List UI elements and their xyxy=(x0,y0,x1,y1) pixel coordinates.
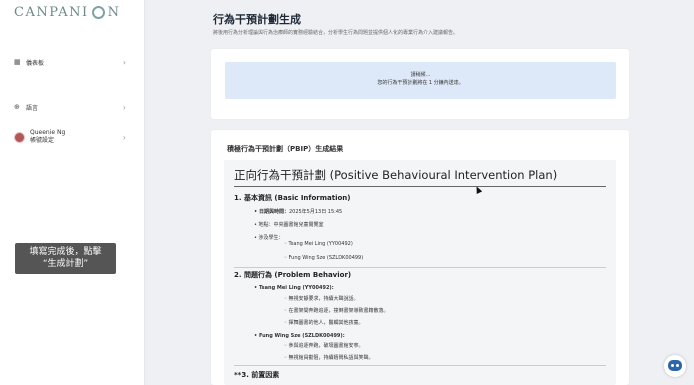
divider xyxy=(234,186,606,187)
place-line: • 地點：中央圖書館兒童閱覽室 xyxy=(254,222,324,228)
result-card: 積極行為干預計劃（PBIP）生成結果 正向行為干預計劃 (Positive Be… xyxy=(211,130,629,385)
behavior-item: 參與追逐奔跑，破壞圖書館安寧。 xyxy=(288,343,364,349)
logo-text: CANPANI xyxy=(14,5,89,20)
place-text: 地點：中央圖書館兒童閱覽室 xyxy=(258,222,324,228)
user-name: Queenie Ng xyxy=(30,129,66,136)
student-2-label: Fung Wing Sze (SZLDK00499): xyxy=(258,333,345,339)
chevron-right-icon: › xyxy=(122,57,126,67)
result-document[interactable]: 正向行為干預計劃 (Positive Behavioural Intervent… xyxy=(224,160,616,385)
list-item: ◦ 揮舞圖書的他人，醫觸其他孩童。 xyxy=(284,320,364,326)
behavior-item: 在書架間奔跑追逐，撞倒書架導致書籍散落。 xyxy=(288,308,389,314)
behavior-item: 無視館員勸阻，持續嬉鬧私語與笑聲。 xyxy=(288,355,374,361)
list-item: ◦ 無視安靜要求，持續大聲說話。 xyxy=(284,296,359,302)
student-name: Tsang Mei Ling (YY00492) xyxy=(288,241,353,247)
sidebar: CANPANI N ▦ 儀表板 › ⊕ 語言 › Queenie Ng 帳號設定… xyxy=(0,0,145,385)
section-3-heading: **3. 前置因素 xyxy=(234,371,280,379)
hint-line-1: 填寫完成後，點擊 xyxy=(29,247,102,257)
chatbot-button[interactable] xyxy=(664,355,686,377)
status-line-1: 請稍候... xyxy=(410,72,431,78)
result-title: 積極行為干預計劃（PBIP）生成結果 xyxy=(227,145,344,153)
list-item: ◦ 參與追逐奔跑，破壞圖書館安寧。 xyxy=(284,343,364,349)
avatar xyxy=(14,131,25,143)
logo-ring-icon xyxy=(91,6,105,19)
dashboard-icon: ▦ xyxy=(14,58,21,66)
divider xyxy=(234,267,606,268)
student-1-line: • Tsang Mei Ling (YY00492): xyxy=(254,285,334,291)
divider xyxy=(234,365,606,366)
section-1-heading: 1. 基本資訊 (Basic Information) xyxy=(234,194,351,202)
robot-icon xyxy=(668,360,682,371)
main-content: 行為干預計劃生成 將後用行為分析理論與行為治療師的實務經驗結合，分析學生行為問題… xyxy=(145,0,694,385)
list-item: ◦ 在書架間奔跑追逐，撞倒書架導致書籍散落。 xyxy=(284,308,389,314)
sidebar-user-account[interactable]: Queenie Ng 帳號設定 › xyxy=(14,126,126,148)
sidebar-item-label: 儀表板 xyxy=(26,59,45,67)
date-value: 2025年5月13日 15:45 xyxy=(288,209,343,215)
section-2-heading: 2. 問題行為 (Problem Behavior) xyxy=(234,271,352,279)
page-subtitle: 將後用行為分析理論與行為治療師的實務經驗結合，分析學生行為問題並提供個人化的專業… xyxy=(213,30,459,36)
robot-eye xyxy=(671,364,674,367)
sidebar-item-language[interactable]: ⊕ 語言 › xyxy=(14,100,126,114)
page-title: 行為干預計劃生成 xyxy=(213,13,301,26)
status-message: 請稍候... 您的行為干預計劃將在 1 分鐘內送達。 xyxy=(225,62,616,99)
chevron-right-icon: › xyxy=(122,102,126,112)
students-line: • 涉及學生： xyxy=(254,235,284,241)
list-item: ◦ Fung Wing Sze (SZLDK00499) xyxy=(284,255,364,261)
globe-icon: ⊕ xyxy=(14,103,20,111)
student-name: Fung Wing Sze (SZLDK00499) xyxy=(288,255,364,261)
student-1-label: Tsang Mei Ling (YY00492): xyxy=(258,285,334,291)
date-label: 日期與時間： xyxy=(258,209,289,215)
app-logo[interactable]: CANPANI N xyxy=(14,5,121,20)
student-2-line: • Fung Wing Sze (SZLDK00499): xyxy=(254,333,345,339)
sidebar-item-label: 語言 xyxy=(26,104,39,112)
behavior-item: 無視安靜要求，持續大聲說話。 xyxy=(288,296,359,302)
sidebar-item-dashboard[interactable]: ▦ 儀表板 › xyxy=(14,55,126,69)
logo-text-end: N xyxy=(107,5,121,20)
chevron-right-icon: › xyxy=(122,132,126,142)
status-line-2: 您的行為干預計劃將在 1 分鐘內送達。 xyxy=(377,80,464,86)
status-card: 請稍候... 您的行為干預計劃將在 1 分鐘內送達。 xyxy=(211,49,629,119)
account-settings-label: 帳號設定 xyxy=(30,137,55,144)
list-item: ◦ 無視館員勸阻，持續嬉鬧私語與笑聲。 xyxy=(284,355,374,361)
document-title: 正向行為干預計劃 (Positive Behavioural Intervent… xyxy=(234,168,558,182)
behavior-item: 揮舞圖書的他人，醫觸其他孩童。 xyxy=(288,320,364,326)
list-item: ◦ Tsang Mei Ling (YY00492) xyxy=(284,241,353,247)
hint-overlay: 填寫完成後，點擊 “生成計劃” xyxy=(15,243,116,274)
robot-eye xyxy=(676,364,679,367)
students-label: 涉及學生： xyxy=(258,235,284,241)
date-line: • 日期與時間：2025年5月13日 15:45 xyxy=(254,209,343,215)
hint-line-2: “生成計劃” xyxy=(42,259,89,269)
